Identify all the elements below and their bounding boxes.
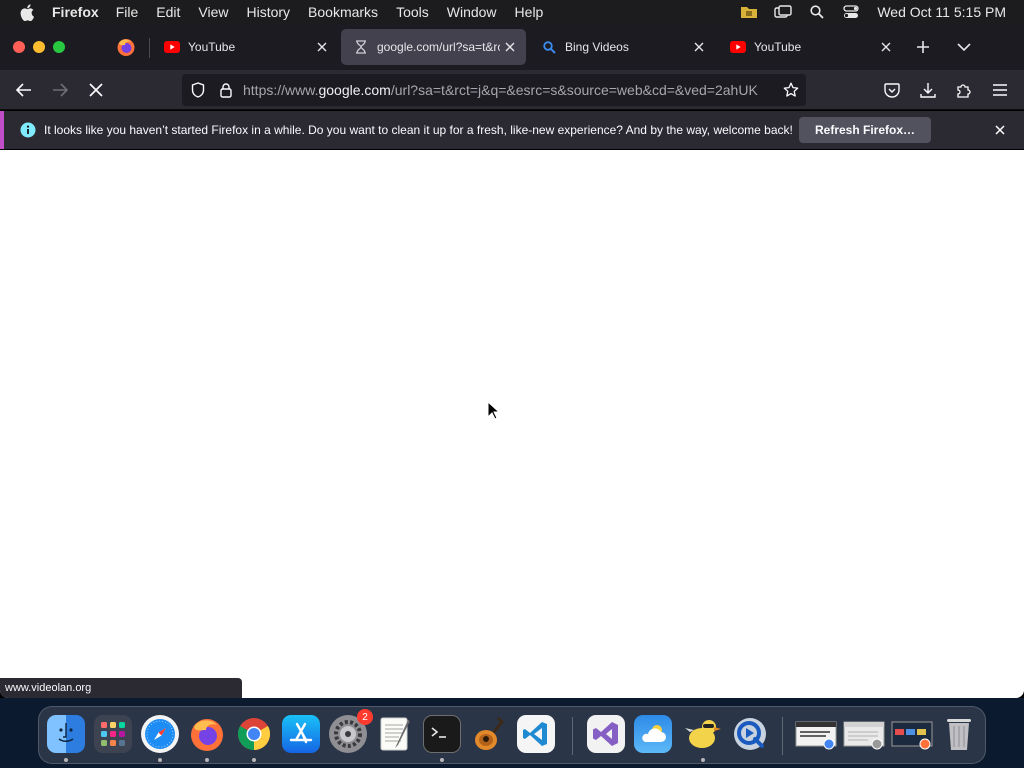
refresh-firefox-button[interactable]: Refresh Firefox… [799,117,932,143]
new-tab-plus-icon[interactable] [912,36,934,58]
tab-title: Bing Videos [565,40,629,54]
window-maximize-button[interactable] [53,41,65,53]
list-all-tabs-chevron-down-icon[interactable] [953,36,975,58]
notification-badge: 2 [357,709,373,725]
extensions-puzzle-icon[interactable] [952,78,976,102]
notification-message: It looks like you haven’t started Firefo… [44,123,793,137]
lock-icon[interactable] [217,81,235,99]
url-text[interactable]: https://www.google.com/url?sa=t&rct=j&q=… [243,82,776,98]
app-store-app-icon[interactable] [282,715,320,753]
bookmark-star-icon[interactable] [782,81,800,99]
refresh-firefox-notification: It looks like you haven’t started Firefo… [0,111,1024,149]
tab-close-icon[interactable] [876,37,896,57]
spotlight-search-icon[interactable] [807,3,827,21]
mouse-pointer-icon [487,400,501,421]
info-icon [20,122,36,138]
minimized-window-document-thumbnail[interactable] [843,715,885,753]
youtube-icon [730,39,746,55]
menu-help[interactable]: Help [515,4,544,20]
menu-app-name[interactable]: Firefox [52,4,99,20]
google-chrome-app-icon[interactable] [235,715,273,753]
url-bar[interactable]: https://www.google.com/url?sa=t&rct=j&q=… [182,74,806,106]
menu-view[interactable]: View [198,4,228,20]
dock-divider [782,717,783,755]
dock-divider [572,717,573,755]
menu-tools[interactable]: Tools [396,4,429,20]
stop-loading-x-icon[interactable] [84,78,108,102]
menu-edit[interactable]: Edit [156,4,180,20]
menu-file[interactable]: File [116,4,139,20]
terminal-app-icon[interactable] [423,715,461,753]
menu-window[interactable]: Window [447,4,497,20]
url-host: google.com [318,82,391,98]
link-status-url: www.videolan.org [0,678,242,698]
trash-icon[interactable] [940,715,978,753]
minimized-window-chrome-thumbnail[interactable] [795,715,837,753]
pocket-icon[interactable] [880,78,904,102]
url-path: /url?sa=t&rct=j&q=&esrc=s&source=web&cd=… [390,82,758,98]
system-settings-app-icon[interactable]: 2 [329,709,373,753]
tab-bing-videos[interactable]: Bing Videos [529,29,715,65]
textedit-app-icon[interactable] [376,715,414,753]
folder-status-icon[interactable] [739,3,759,21]
tab-strip: YouTube google.com/url?sa=t&rct=j&q=&esr… [0,24,1024,70]
downloads-icon[interactable] [916,78,940,102]
forward-arrow-icon[interactable] [48,78,72,102]
window-close-button[interactable] [13,41,25,53]
tab-close-icon[interactable] [500,37,520,57]
running-indicator [252,758,256,762]
bing-search-icon [541,39,557,55]
running-indicator [440,758,444,762]
control-center-icon[interactable] [841,3,861,21]
navigation-toolbar: https://www.google.com/url?sa=t&rct=j&q=… [0,70,1024,110]
running-indicator [701,758,705,762]
tab-title: YouTube [754,40,802,54]
apple-menu-icon[interactable] [18,3,36,21]
running-indicator [205,758,209,762]
tab-youtube-1[interactable]: YouTube [152,29,338,65]
minimized-window-firefox-thumbnail[interactable] [891,715,933,753]
finder-app-icon[interactable] [47,715,85,753]
running-indicator [158,758,162,762]
youtube-icon [164,39,180,55]
hourglass-icon [353,39,369,55]
garageband-app-icon[interactable] [470,715,508,753]
firefox-app-icon[interactable] [188,715,226,753]
tracking-protection-shield-icon[interactable] [189,81,207,99]
page-content-area[interactable]: www.videolan.org [0,150,1024,698]
cyberduck-app-icon[interactable] [684,715,722,753]
macos-dock: 2 [38,706,986,764]
tab-separator [149,38,150,58]
menu-bookmarks[interactable]: Bookmarks [308,4,378,20]
screen-mirroring-icon[interactable] [773,3,793,21]
quicktime-player-app-icon[interactable] [731,715,769,753]
menubar-clock[interactable]: Wed Oct 11 5:15 PM [877,4,1006,20]
visual-studio-app-icon[interactable] [587,715,625,753]
tab-close-icon[interactable] [312,37,332,57]
tab-title: google.com/url?sa=t&rct=j&q=&esrc=s&sour… [377,40,500,54]
url-prefix: https://www. [243,82,319,98]
running-indicator [64,758,68,762]
window-minimize-button[interactable] [33,41,45,53]
launchpad-app-icon[interactable] [94,715,132,753]
macos-menu-bar: Firefox File Edit View History Bookmarks… [0,0,1024,24]
visual-studio-code-app-icon[interactable] [517,715,555,753]
menu-history[interactable]: History [246,4,290,20]
safari-app-icon[interactable] [141,715,179,753]
weather-app-icon[interactable] [634,715,672,753]
tab-youtube-2[interactable]: YouTube [718,29,902,65]
tab-close-icon[interactable] [689,37,709,57]
back-arrow-icon[interactable] [12,78,36,102]
tab-google-redirect[interactable]: google.com/url?sa=t&rct=j&q=&esrc=s&sour… [341,29,526,65]
tab-title: YouTube [188,40,236,54]
hamburger-menu-icon[interactable] [988,78,1012,102]
notification-close-icon[interactable] [992,122,1008,138]
firefox-view-icon[interactable] [116,37,136,57]
